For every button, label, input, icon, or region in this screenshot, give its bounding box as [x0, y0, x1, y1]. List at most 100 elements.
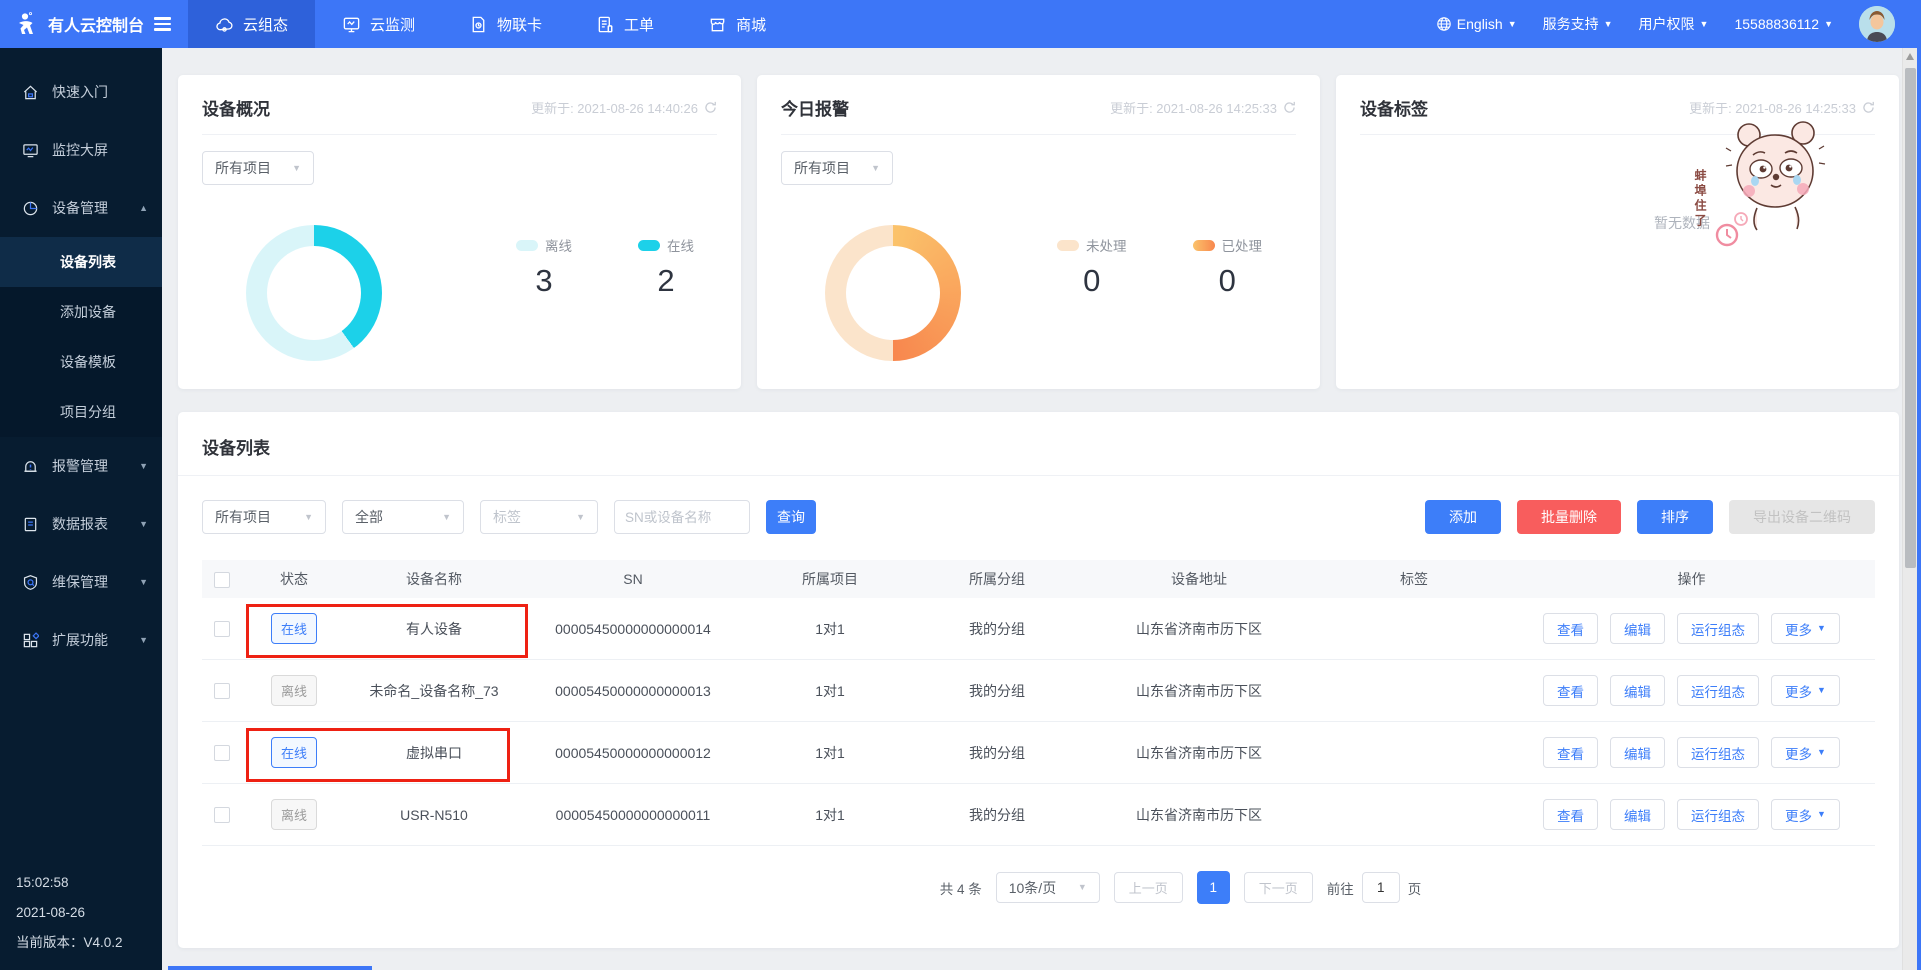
row-more-button[interactable]: 更多▼: [1771, 799, 1840, 830]
table-row: 离线 USR-N510 00005450000000000011 1对1 我的分…: [202, 784, 1875, 846]
chevron-down-icon: ▼: [139, 519, 148, 529]
unhandled-count: 0: [1057, 263, 1127, 299]
legend-swatch: [638, 240, 660, 251]
sidebar-item-quick-start[interactable]: 快速入门: [0, 63, 162, 121]
device-pie-icon: [22, 200, 39, 217]
tag-filter-select[interactable]: 标签 ▼: [480, 500, 598, 534]
horizontal-scrollbar-thumb[interactable]: [168, 966, 372, 970]
device-name: USR-N510: [346, 807, 522, 823]
device-sn: 00005450000000000013: [522, 683, 744, 699]
query-button[interactable]: 查询: [766, 500, 816, 534]
export-qr-button: 导出设备二维码: [1729, 500, 1875, 534]
tab-iot-card[interactable]: 物联卡: [442, 0, 569, 48]
sidebar-item-maintenance[interactable]: 维保管理 ▼: [0, 553, 162, 611]
avatar[interactable]: [1859, 6, 1895, 42]
row-more-button[interactable]: 更多▼: [1771, 613, 1840, 644]
tab-cloud-scada[interactable]: 云组态: [188, 0, 315, 48]
scrollbar-thumb[interactable]: [1905, 68, 1916, 568]
language-menu[interactable]: English ▼: [1436, 16, 1517, 32]
search-input[interactable]: [614, 500, 750, 534]
tab-cloud-monitor[interactable]: 云监测: [315, 0, 442, 48]
extensions-grid-icon: [22, 632, 39, 649]
sidebar: 快速入门 监控大屏 设备管理 ▲ 设备列表: [0, 48, 162, 970]
row-checkbox[interactable]: [214, 621, 230, 637]
goto-page-input[interactable]: [1362, 872, 1400, 903]
chevron-down-icon: ▼: [139, 635, 148, 645]
row-edit-button[interactable]: 编辑: [1610, 737, 1665, 768]
chevron-down-icon: ▼: [576, 513, 585, 522]
row-edit-button[interactable]: 编辑: [1610, 613, 1665, 644]
device-list-title: 设备列表: [178, 412, 1899, 475]
topbar-right: English ▼ 服务支持 ▼ 用户权限 ▼ 15588836112 ▼: [1436, 0, 1921, 48]
account-menu[interactable]: 15588836112 ▼: [1734, 16, 1833, 32]
refresh-icon[interactable]: [704, 101, 717, 114]
row-checkbox[interactable]: [214, 745, 230, 761]
sidebar-item-device-template[interactable]: 设备模板: [0, 337, 162, 387]
tab-mall[interactable]: 商城: [681, 0, 793, 48]
permissions-menu[interactable]: 用户权限 ▼: [1639, 14, 1709, 34]
project-filter-select[interactable]: 所有项目 ▼: [202, 500, 326, 534]
app-window: 有人云控制台 云组态 云监测: [0, 0, 1921, 970]
sidebar-item-monitor-screen[interactable]: 监控大屏: [0, 121, 162, 179]
add-device-button[interactable]: 添加: [1425, 500, 1501, 534]
chevron-down-icon: ▼: [1604, 20, 1613, 29]
row-run-scada-button[interactable]: 运行组态: [1677, 613, 1759, 644]
total-count: 共 4 条: [940, 878, 982, 898]
row-view-button[interactable]: 查看: [1543, 799, 1598, 830]
current-page-button[interactable]: 1: [1197, 871, 1230, 904]
row-run-scada-button[interactable]: 运行组态: [1677, 675, 1759, 706]
row-view-button[interactable]: 查看: [1543, 675, 1598, 706]
scroll-up-arrow-icon[interactable]: [1906, 53, 1914, 60]
device-management-submenu: 设备列表 添加设备 设备模板 项目分组: [0, 237, 162, 437]
row-edit-button[interactable]: 编辑: [1610, 799, 1665, 830]
row-run-scada-button[interactable]: 运行组态: [1677, 737, 1759, 768]
select-all-checkbox[interactable]: [214, 572, 230, 588]
row-checkbox[interactable]: [214, 683, 230, 699]
sidebar-item-device-list[interactable]: 设备列表: [0, 237, 162, 287]
updated-at: 更新于: 2021-08-26 14:40:26: [531, 98, 717, 117]
sidebar-item-add-device[interactable]: 添加设备: [0, 287, 162, 337]
menu-icon[interactable]: [154, 17, 171, 31]
status-filter-select[interactable]: 全部 ▼: [342, 500, 464, 534]
row-more-button[interactable]: 更多▼: [1771, 737, 1840, 768]
mall-icon: [708, 15, 727, 34]
chevron-down-icon: ▼: [139, 577, 148, 587]
sidebar-item-alarm-management[interactable]: 报警管理 ▼: [0, 437, 162, 495]
project-filter-select[interactable]: 所有项目 ▼: [781, 151, 893, 185]
chevron-down-icon: ▼: [442, 513, 451, 522]
row-view-button[interactable]: 查看: [1543, 737, 1598, 768]
page-size-select[interactable]: 10条/页 ▼: [996, 872, 1100, 903]
pagination: 共 4 条 10条/页 ▼ 上一页 1 下一页 前往 页: [320, 871, 1921, 904]
cloud-icon: [215, 15, 234, 34]
monitor-icon: [342, 15, 361, 34]
batch-delete-button[interactable]: 批量删除: [1517, 500, 1621, 534]
project-filter-select[interactable]: 所有项目 ▼: [202, 151, 314, 185]
table-header-row: 状态 设备名称 SN 所属项目 所属分组 设备地址 标签 操作: [202, 560, 1875, 598]
card-title: 设备概况: [202, 95, 270, 120]
content-area: 设备概况 更新于: 2021-08-26 14:40:26 所有项目: [162, 48, 1921, 970]
sidebar-item-extensions[interactable]: 扩展功能 ▼: [0, 611, 162, 669]
tab-work-order[interactable]: 工单: [569, 0, 681, 48]
chevron-down-icon: ▼: [292, 164, 301, 173]
device-name: 虚拟串口: [346, 743, 522, 763]
vertical-scrollbar[interactable]: [1902, 48, 1917, 970]
refresh-icon[interactable]: [1862, 101, 1875, 114]
legend-swatch: [1057, 240, 1079, 251]
shield-wrench-icon: [22, 574, 39, 591]
sidebar-item-device-management[interactable]: 设备管理 ▲: [0, 179, 162, 237]
sort-button[interactable]: 排序: [1637, 500, 1713, 534]
top-nav-tabs: 云组态 云监测 物联卡: [188, 0, 793, 48]
device-sn: 00005450000000000011: [522, 807, 744, 823]
row-run-scada-button[interactable]: 运行组态: [1677, 799, 1759, 830]
row-more-button[interactable]: 更多▼: [1771, 675, 1840, 706]
device-tags-card: 设备标签 更新于: 2021-08-26 14:25:33 暂无数据 蚌埠住了: [1336, 75, 1899, 389]
row-checkbox[interactable]: [214, 807, 230, 823]
row-view-button[interactable]: 查看: [1543, 613, 1598, 644]
support-menu[interactable]: 服务支持 ▼: [1543, 14, 1613, 34]
sidebar-item-project-group[interactable]: 项目分组: [0, 387, 162, 437]
refresh-icon[interactable]: [1283, 101, 1296, 114]
row-edit-button[interactable]: 编辑: [1610, 675, 1665, 706]
sidebar-item-data-report[interactable]: 数据报表 ▼: [0, 495, 162, 553]
status-badge: 离线: [271, 799, 317, 830]
topbar: 有人云控制台 云组态 云监测: [0, 0, 1921, 48]
